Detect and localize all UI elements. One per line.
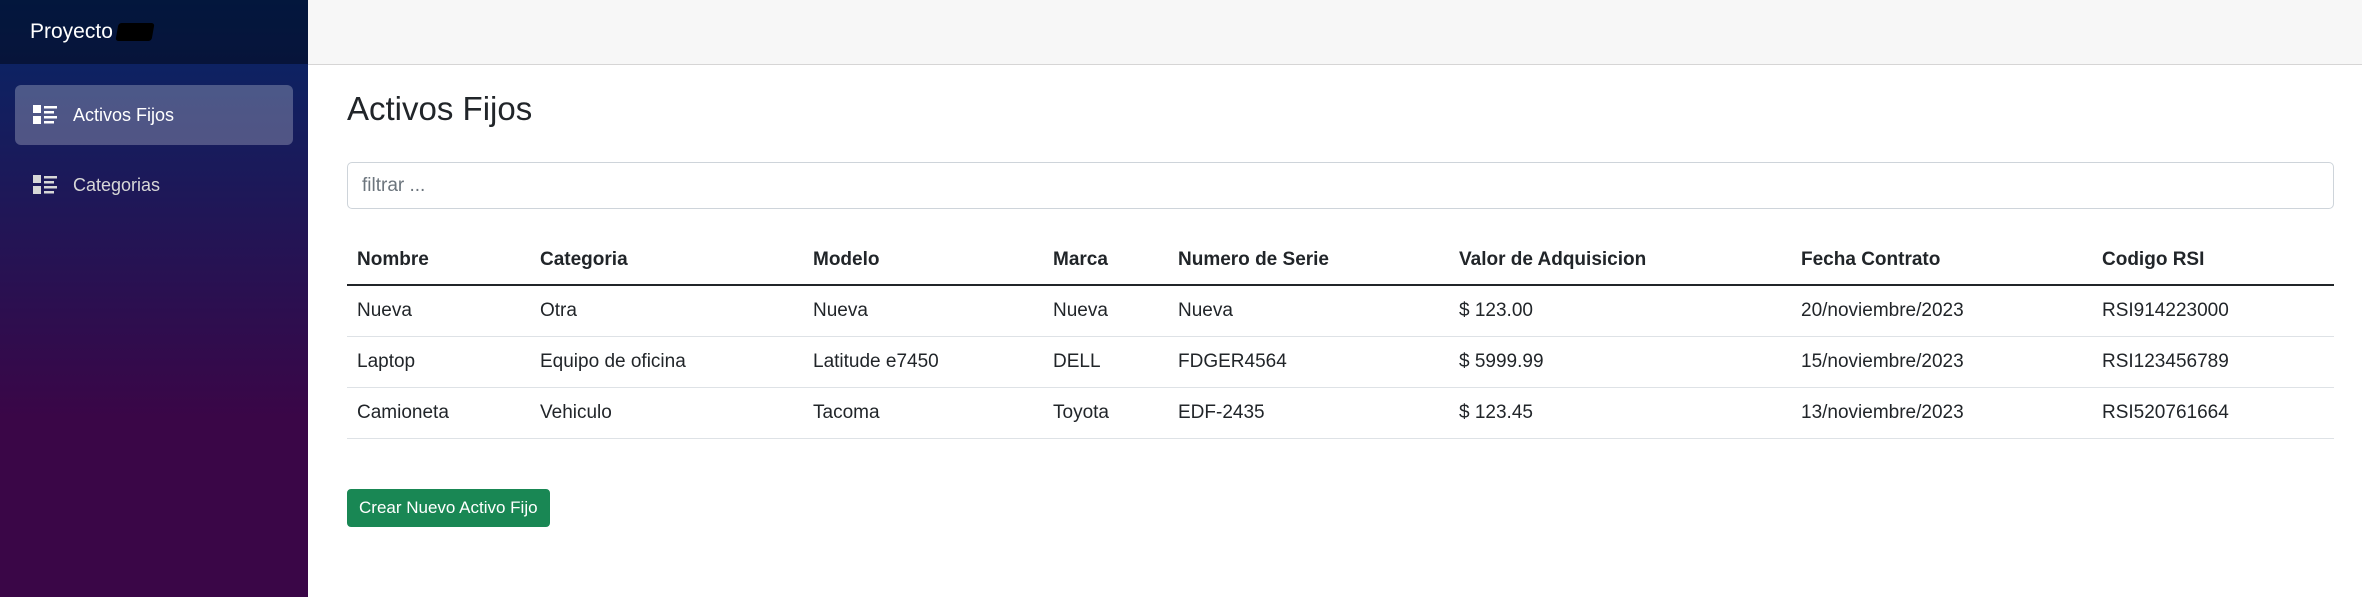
assets-table: Nombre Categoria Modelo Marca Numero de … — [347, 235, 2334, 439]
cell-codigo-rsi: RSI914223000 — [2092, 285, 2334, 337]
cell-valor: $ 123.45 — [1449, 387, 1791, 439]
main-area: Activos Fijos Nombre Categoria Modelo Ma… — [308, 0, 2362, 597]
cell-valor: $ 123.00 — [1449, 285, 1791, 337]
cell-categoria: Otra — [530, 285, 803, 337]
cell-codigo-rsi: RSI123456789 — [2092, 336, 2334, 388]
top-bar — [308, 0, 2362, 65]
cell-marca: Toyota — [1043, 387, 1168, 439]
cell-codigo-rsi: RSI520761664 — [2092, 387, 2334, 439]
column-header[interactable]: Marca — [1043, 235, 1168, 286]
list-icon — [33, 175, 57, 195]
filter-input[interactable] — [347, 162, 2334, 209]
brand-header[interactable]: Proyecto — [0, 0, 308, 64]
sidebar-item-label: Categorias — [73, 174, 161, 195]
cell-modelo: Nueva — [803, 285, 1043, 337]
cell-fecha: 15/noviembre/2023 — [1791, 336, 2092, 388]
cell-valor: $ 5999.99 — [1449, 336, 1791, 388]
cell-marca: Nueva — [1043, 285, 1168, 337]
list-icon — [33, 105, 57, 125]
brand-name: Proyecto — [30, 20, 113, 43]
table-row[interactable]: Nueva Otra Nueva Nueva Nueva $ 123.00 20… — [347, 285, 2334, 337]
redacted-mark — [115, 23, 155, 41]
table-row[interactable]: Camioneta Vehiculo Tacoma Toyota EDF-243… — [347, 387, 2334, 439]
sidebar-item-label: Activos Fijos — [73, 104, 175, 125]
cell-numero-serie: FDGER4564 — [1168, 336, 1449, 388]
cell-nombre: Laptop — [347, 336, 530, 388]
cell-marca: DELL — [1043, 336, 1168, 388]
page-title: Activos Fijos — [347, 90, 533, 127]
cell-numero-serie: EDF-2435 — [1168, 387, 1449, 439]
cell-modelo: Tacoma — [803, 387, 1043, 439]
content: Activos Fijos Nombre Categoria Modelo Ma… — [308, 65, 2362, 527]
column-header[interactable]: Modelo — [803, 235, 1043, 286]
column-header[interactable]: Categoria — [530, 235, 803, 286]
cell-categoria: Vehiculo — [530, 387, 803, 439]
app: Proyecto Activos Fijos Categorias Activo… — [0, 0, 2362, 597]
column-header[interactable]: Nombre — [347, 235, 530, 286]
cell-numero-serie: Nueva — [1168, 285, 1449, 337]
sidebar: Proyecto Activos Fijos Categorias — [0, 0, 308, 597]
cell-nombre: Camioneta — [347, 387, 530, 439]
cell-categoria: Equipo de oficina — [530, 336, 803, 388]
column-header[interactable]: Valor de Adquisicion — [1449, 235, 1791, 286]
sidebar-nav: Activos Fijos Categorias — [0, 64, 308, 246]
table-row[interactable]: Laptop Equipo de oficina Latitude e7450 … — [347, 336, 2334, 388]
cell-nombre: Nueva — [347, 285, 530, 337]
sidebar-item-activos-fijos[interactable]: Activos Fijos — [15, 85, 293, 145]
cell-fecha: 20/noviembre/2023 — [1791, 285, 2092, 337]
table-header-row: Nombre Categoria Modelo Marca Numero de … — [347, 235, 2334, 286]
column-header[interactable]: Fecha Contrato — [1791, 235, 2092, 286]
column-header[interactable]: Codigo RSI — [2092, 235, 2334, 286]
cell-modelo: Latitude e7450 — [803, 336, 1043, 388]
column-header[interactable]: Numero de Serie — [1168, 235, 1449, 286]
create-asset-button[interactable]: Crear Nuevo Activo Fijo — [347, 488, 550, 527]
cell-fecha: 13/noviembre/2023 — [1791, 387, 2092, 439]
sidebar-item-categorias[interactable]: Categorias — [15, 155, 293, 215]
